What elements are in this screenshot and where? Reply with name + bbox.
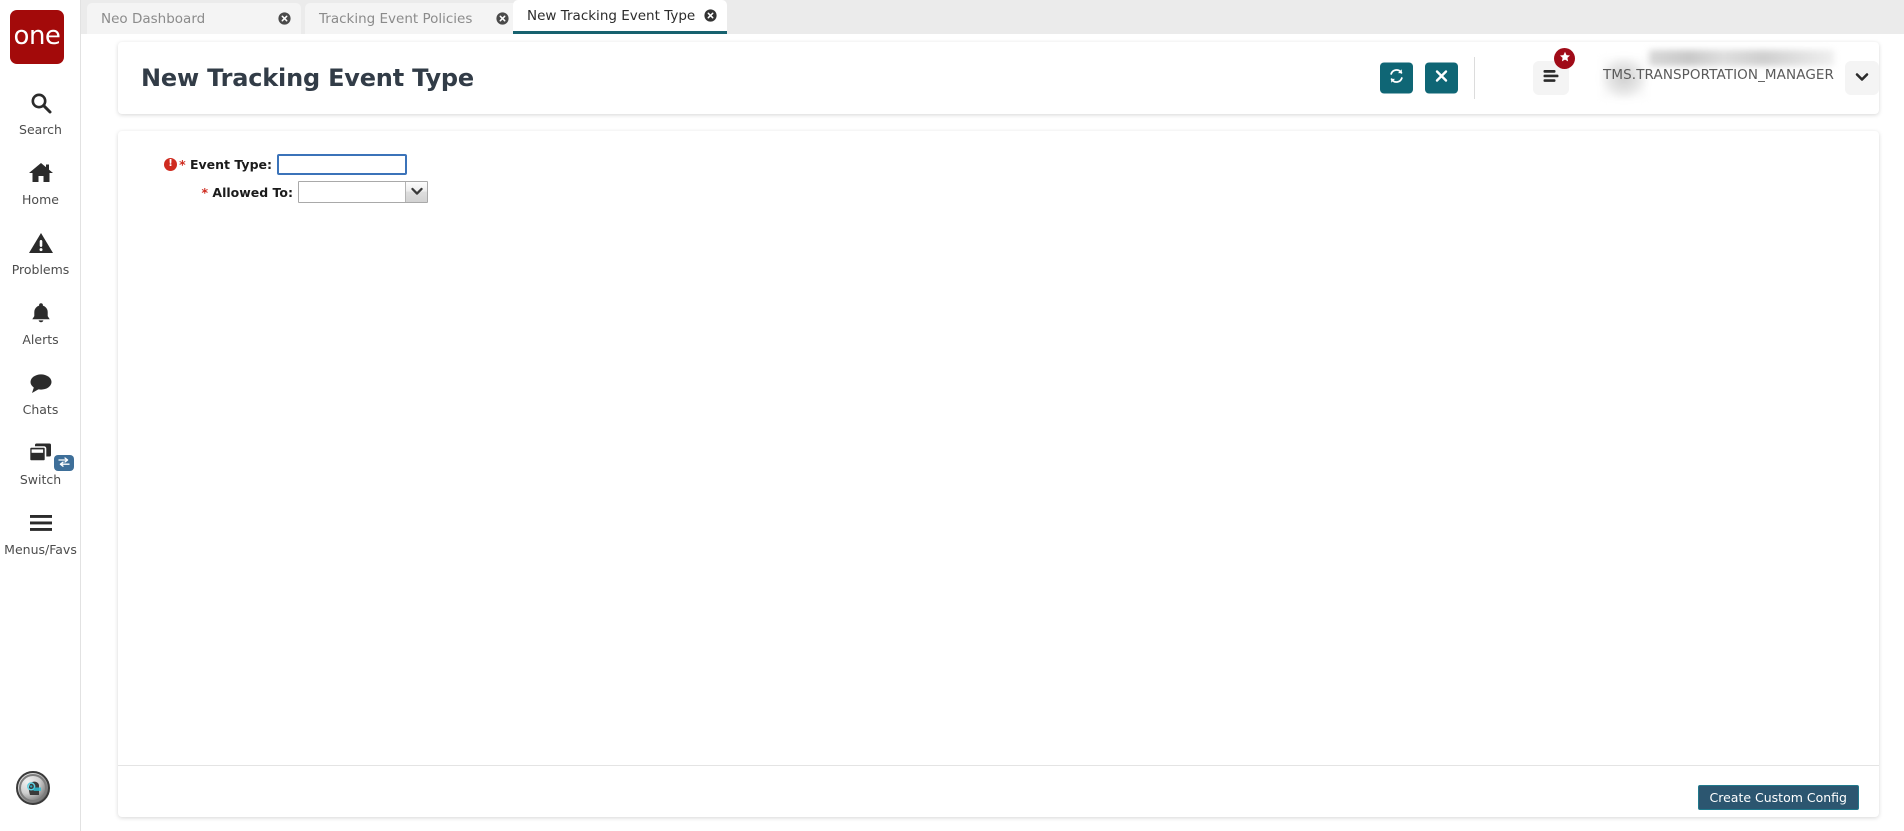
tab-label: New Tracking Event Type xyxy=(527,7,696,24)
tab-neo-dashboard[interactable]: Neo Dashboard xyxy=(87,3,301,34)
hamburger-icon xyxy=(21,508,61,538)
brand-logo[interactable]: one xyxy=(10,10,64,64)
tab-new-tracking-event-type[interactable]: New Tracking Event Type xyxy=(513,0,727,34)
rail-label-menus-favs: Menus/Favs xyxy=(4,542,77,557)
field-label-text: Event Type: xyxy=(189,156,272,172)
user-menu-dropdown-button[interactable] xyxy=(1845,61,1879,95)
form-row-event-type: ! * Event Type: xyxy=(164,151,407,177)
rail-label-search: Search xyxy=(19,122,62,137)
refresh-button[interactable] xyxy=(1380,62,1413,94)
header-divider xyxy=(1474,57,1475,99)
favorites-star-badge[interactable] xyxy=(1554,48,1575,69)
chat-icon xyxy=(21,368,61,398)
form-row-allowed-to: * Allowed To: xyxy=(164,179,428,205)
close-icon[interactable] xyxy=(277,12,291,26)
tab-label: Tracking Event Policies xyxy=(319,10,473,27)
rail-label-chats: Chats xyxy=(22,402,59,417)
close-page-button[interactable] xyxy=(1425,62,1458,94)
home-icon xyxy=(21,158,61,188)
error-exclamation-icon: ! xyxy=(164,157,177,171)
close-icon[interactable] xyxy=(495,12,509,26)
content-card: ! * Event Type: * Allowed To: Create Cus… xyxy=(118,131,1879,817)
refresh-icon xyxy=(1388,67,1405,89)
label-cell-event-type: * Event Type: xyxy=(179,157,277,172)
user-role-label: TMS.TRANSPORTATION_MANAGER xyxy=(1603,67,1834,83)
required-asterisk: * xyxy=(179,156,186,172)
chevron-down-icon xyxy=(410,183,423,201)
close-x-icon xyxy=(1434,68,1449,88)
switch-swap-badge[interactable] xyxy=(54,455,74,471)
event-type-input[interactable] xyxy=(277,153,407,175)
ai-assistant-avatar[interactable] xyxy=(16,771,50,805)
rail-item-problems[interactable]: Problems xyxy=(0,228,81,277)
rail-label-alerts: Alerts xyxy=(22,332,59,347)
star-icon xyxy=(1559,51,1571,66)
field-label-allowed-to: * Allowed To: xyxy=(201,185,293,200)
rail-label-switch: Switch xyxy=(19,472,62,487)
browser-tab-bar: Neo Dashboard Tracking Event Policies Ne… xyxy=(81,0,1904,34)
tab-label: Neo Dashboard xyxy=(101,10,206,27)
label-cell-allowed-to: * Allowed To: xyxy=(185,185,298,200)
swap-arrows-icon xyxy=(58,454,70,472)
page-title: New Tracking Event Type xyxy=(141,64,474,92)
rail-item-alerts[interactable]: Alerts xyxy=(0,298,81,347)
search-icon xyxy=(21,88,61,118)
bell-icon xyxy=(21,298,61,328)
rail-item-menus-favs[interactable]: Menus/Favs xyxy=(0,508,81,557)
field-label-text: Allowed To: xyxy=(212,184,293,200)
footer-divider xyxy=(118,765,1879,766)
warning-icon xyxy=(21,228,61,258)
field-label-event-type: * Event Type: xyxy=(179,157,272,172)
tab-tracking-event-policies[interactable]: Tracking Event Policies xyxy=(305,3,519,34)
rail-item-home[interactable]: Home xyxy=(0,158,81,207)
chevron-down-icon xyxy=(1855,69,1869,87)
rail-item-search[interactable]: Search xyxy=(0,88,81,137)
rail-item-chats[interactable]: Chats xyxy=(0,368,81,417)
allowed-to-dropdown-button[interactable] xyxy=(405,182,427,202)
user-name-redacted xyxy=(1649,50,1834,66)
page-header-card: New Tracking Event Type TMS.TRANSPORTATI… xyxy=(118,42,1879,114)
rail-label-problems: Problems xyxy=(11,262,70,277)
rail-label-home: Home xyxy=(22,192,59,207)
brand-logo-text: one xyxy=(13,21,61,51)
menu-list-icon xyxy=(1542,68,1560,89)
close-icon[interactable] xyxy=(703,9,717,23)
create-custom-config-button[interactable]: Create Custom Config xyxy=(1697,785,1859,810)
required-asterisk: * xyxy=(201,184,209,200)
allowed-to-select[interactable] xyxy=(298,181,428,203)
new-tracking-event-type-form: ! * Event Type: * Allowed To: xyxy=(118,131,1879,765)
left-navigation-rail: one Search Home Problems Alerts Chats Sw… xyxy=(0,0,81,831)
